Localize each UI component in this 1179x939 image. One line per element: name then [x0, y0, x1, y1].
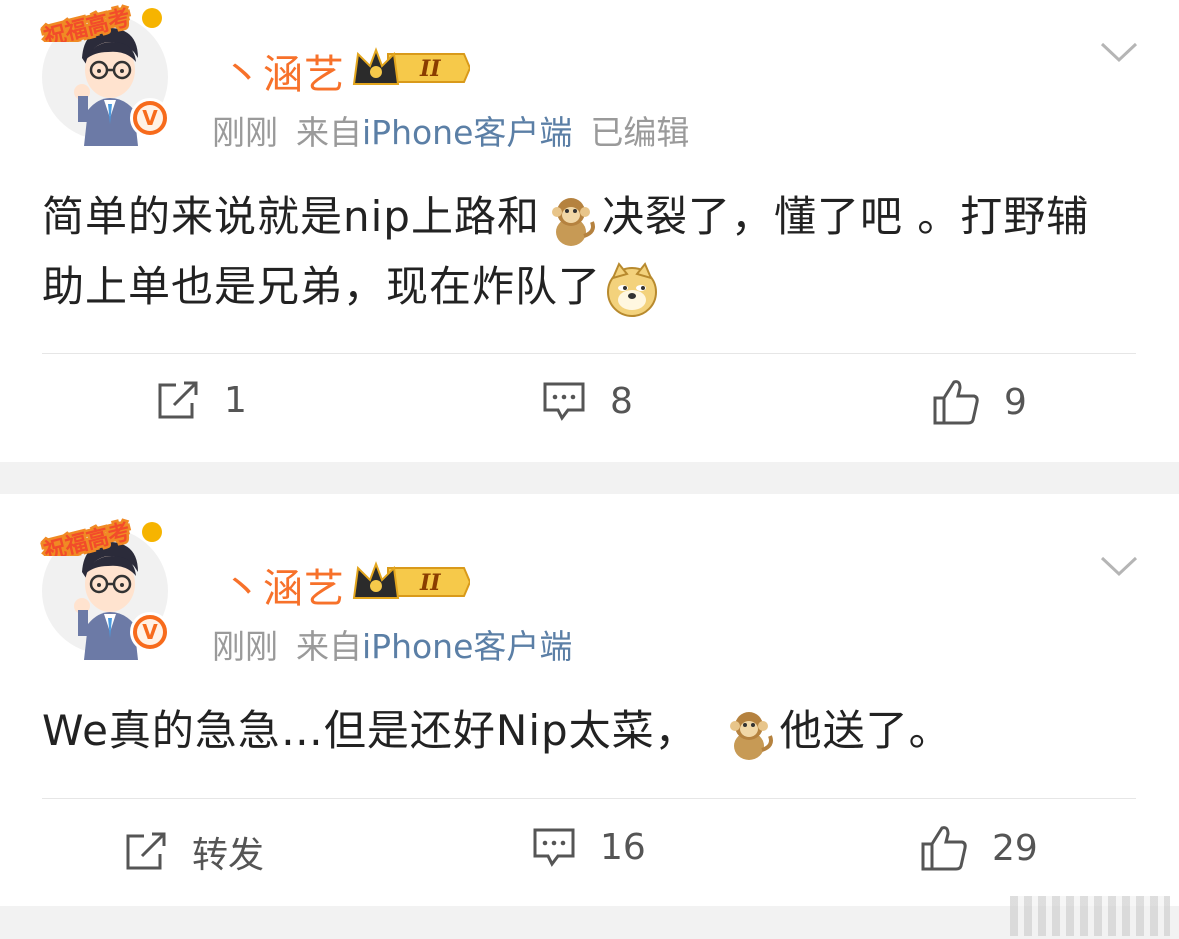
comment-button[interactable]: 8	[542, 380, 633, 422]
repost-count: 1	[224, 380, 247, 421]
like-icon	[933, 380, 979, 425]
like-button[interactable]: 29	[920, 824, 1038, 872]
comment-icon	[543, 382, 585, 421]
crown-rank-icon[interactable]: II	[350, 44, 470, 92]
post-time: 刚刚	[212, 627, 278, 666]
like-count: 29	[992, 827, 1038, 869]
edited-label: 已编辑	[590, 113, 690, 152]
avatar-banner: 祝福高考 祝福高考	[39, 516, 162, 556]
repost-label: 转发	[192, 835, 265, 876]
source-app-link[interactable]: iPhone客户端	[362, 627, 572, 666]
avatar[interactable]: 祝福高考 祝福高考 V	[39, 2, 170, 146]
post-text: 简单的来说就是nip上路和	[42, 192, 540, 241]
monkey-emoji-icon	[729, 711, 773, 760]
source-app-link[interactable]: iPhone客户端	[362, 113, 572, 152]
comment-icon	[533, 828, 575, 867]
avatar-banner: 祝福高考 祝福高考	[39, 2, 162, 42]
post-card: 祝福高考 祝福高考 V 丶涵艺 II 刚刚 来自iPhone客户端 We真的急急……	[0, 494, 1179, 906]
post-text-continued: 他送了。	[779, 706, 952, 755]
source-prefix: 来自	[296, 627, 362, 666]
username[interactable]: 丶涵艺	[222, 42, 345, 100]
divider	[42, 353, 1136, 354]
comment-count: 8	[610, 380, 633, 422]
post-content: 简单的来说就是nip上路和 决裂了，懂了吧 。打野辅助上单也是兄弟，现在炸队了	[42, 182, 1132, 322]
svg-text:祝福高考: 祝福高考	[41, 5, 133, 42]
like-button[interactable]: 9	[932, 378, 1027, 426]
username[interactable]: 丶涵艺	[222, 556, 345, 614]
svg-text:祝福高考: 祝福高考	[41, 519, 133, 556]
verified-badge-icon: V	[130, 612, 170, 652]
post-time: 刚刚	[212, 113, 278, 152]
post-content: We真的急急…但是还好Nip太菜， 他送了。	[42, 696, 1132, 766]
post-meta: 刚刚 来自iPhone客户端	[212, 620, 572, 668]
like-count: 9	[1004, 381, 1027, 423]
post-text: We真的急急…但是还好Nip太菜，	[42, 706, 698, 755]
like-icon	[921, 826, 967, 871]
verified-badge-icon: V	[130, 98, 170, 138]
chevron-down-icon[interactable]	[1099, 40, 1139, 64]
source-prefix: 来自	[296, 113, 362, 152]
chevron-down-icon[interactable]	[1099, 554, 1139, 578]
doge-emoji-icon	[607, 261, 658, 317]
avatar[interactable]: 祝福高考 祝福高考 V	[39, 516, 170, 660]
repost-icon	[158, 381, 198, 418]
repost-button[interactable]: 转发	[124, 826, 264, 878]
svg-text:II: II	[419, 570, 441, 596]
repost-button[interactable]: 1	[156, 380, 247, 421]
watermark	[1010, 896, 1170, 936]
comment-button[interactable]: 16	[532, 826, 646, 868]
repost-icon	[126, 832, 166, 870]
svg-text:II: II	[419, 56, 441, 82]
comment-count: 16	[600, 826, 646, 868]
divider	[42, 798, 1136, 799]
monkey-emoji-icon	[551, 197, 595, 246]
crown-rank-icon[interactable]: II	[350, 558, 470, 606]
post-card: 祝福高考 祝福高考 V 丶涵艺 II 刚刚 来自iPhone客户端 已编辑 简单的来…	[0, 0, 1179, 462]
post-meta: 刚刚 来自iPhone客户端 已编辑	[212, 106, 689, 154]
